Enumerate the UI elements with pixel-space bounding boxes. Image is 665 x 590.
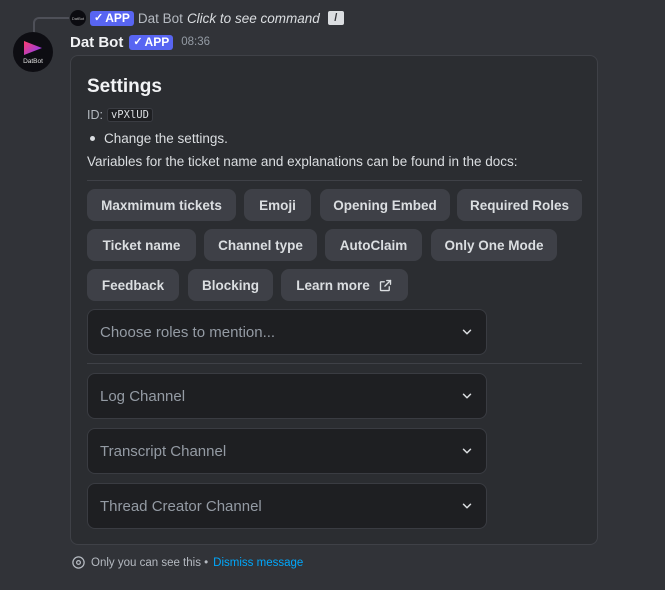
verified-check-icon: ✓: [94, 11, 104, 24]
reply-preview[interactable]: DatBot ✓ APP Dat Bot Click to see command…: [70, 9, 344, 27]
components-container: Settings ID: vPXlUD Change the settings.…: [70, 55, 598, 545]
reply-author[interactable]: Dat Bot: [138, 11, 183, 26]
reply-avatar: DatBot: [70, 10, 86, 26]
dismiss-message-link[interactable]: Dismiss message: [213, 557, 303, 569]
slash-command-icon[interactable]: /: [327, 11, 344, 25]
button-emoji[interactable]: Emoji: [244, 189, 311, 221]
button-ticket-name[interactable]: Ticket name: [87, 229, 196, 261]
select-log-channel[interactable]: Log Channel: [87, 373, 487, 419]
bullet-item: Change the settings.: [87, 131, 228, 146]
id-line: ID: vPXlUD: [87, 108, 153, 122]
message-header: Dat Bot ✓ APP 08:36: [70, 33, 210, 51]
button-feedback[interactable]: Feedback: [87, 269, 179, 301]
bullet-dot-icon: [90, 136, 95, 141]
button-maximum-tickets[interactable]: Maxmimum tickets: [87, 189, 236, 221]
chevron-down-icon: [462, 503, 472, 509]
button-autoclaim[interactable]: AutoClaim: [325, 229, 422, 261]
separator: [87, 180, 582, 181]
button-opening-embed[interactable]: Opening Embed: [320, 189, 450, 221]
only-you-text: Only you can see this •: [91, 556, 209, 569]
select-placeholder: Choose roles to mention...: [100, 323, 276, 341]
button-only-one-mode[interactable]: Only One Mode: [431, 229, 557, 261]
select-thread-creator-channel[interactable]: Thread Creator Channel: [87, 483, 487, 529]
select-placeholder: Transcript Channel: [100, 442, 227, 460]
select-transcript-channel[interactable]: Transcript Channel: [87, 428, 487, 474]
author-name[interactable]: Dat Bot: [70, 34, 123, 51]
button-learn-more[interactable]: Learn more: [281, 269, 408, 301]
container-title: Settings: [87, 76, 162, 97]
button-required-roles[interactable]: Required Roles: [457, 189, 582, 221]
datbot-logo-icon: [24, 41, 42, 55]
button-channel-type[interactable]: Channel type: [204, 229, 317, 261]
chevron-down-icon: [462, 448, 472, 454]
app-tag: ✓ APP: [129, 34, 174, 50]
avatar[interactable]: DatBot: [13, 32, 53, 72]
reply-spine: [33, 17, 69, 33]
external-link-icon: [379, 279, 391, 291]
verified-check-icon: ✓: [133, 35, 143, 48]
learn-more-label: Learn more: [296, 277, 370, 293]
id-code: vPXlUD: [106, 108, 153, 122]
reply-command-text[interactable]: Click to see command: [187, 11, 320, 26]
ephemeral-footer: Only you can see this • Dismiss message: [71, 555, 303, 570]
description-text: Variables for the ticket name and explan…: [87, 154, 518, 169]
avatar-logo-text: DatBot: [23, 58, 43, 65]
id-label: ID:: [87, 108, 103, 122]
separator: [87, 363, 582, 364]
eye-icon: [72, 556, 85, 569]
select-placeholder: Thread Creator Channel: [100, 497, 262, 515]
button-blocking[interactable]: Blocking: [188, 269, 273, 301]
chevron-down-icon: [462, 329, 472, 335]
select-placeholder: Log Channel: [100, 387, 186, 405]
timestamp[interactable]: 08:36: [181, 36, 210, 48]
reply-app-tag: ✓ APP: [90, 10, 134, 26]
select-roles-to-mention[interactable]: Choose roles to mention...: [87, 309, 487, 355]
chevron-down-icon: [462, 393, 472, 399]
